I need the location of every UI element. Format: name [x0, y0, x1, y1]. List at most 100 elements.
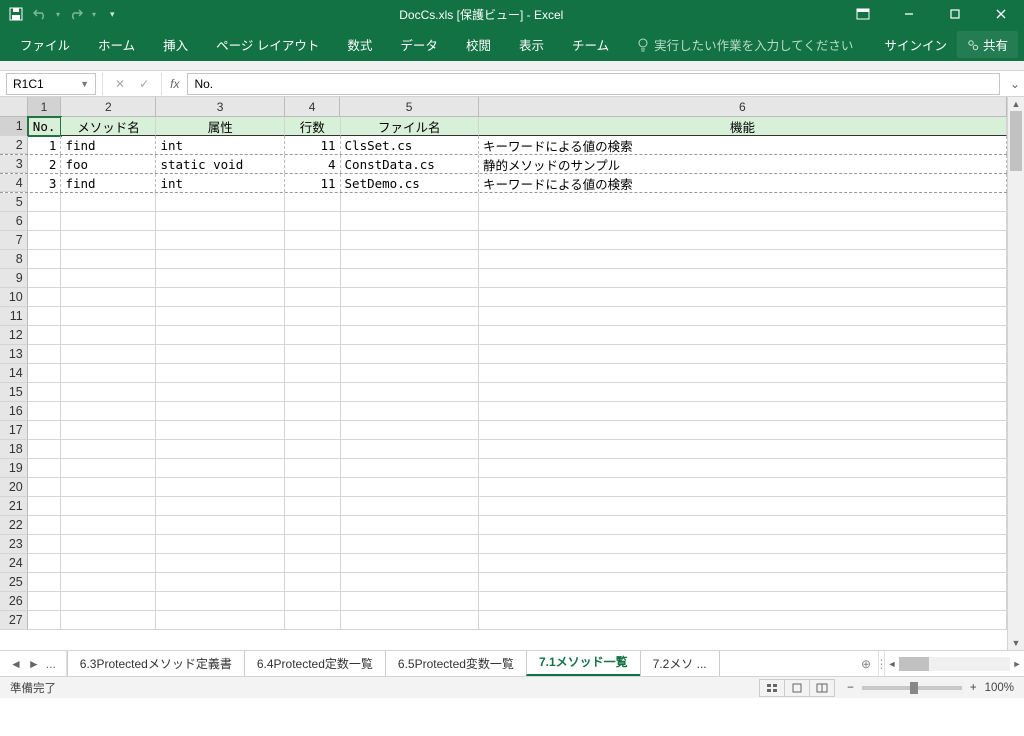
empty-cell[interactable] [156, 516, 285, 535]
tab-pagelayout[interactable]: ページ レイアウト [202, 28, 333, 61]
hscroll-thumb[interactable] [899, 657, 929, 671]
cell-method[interactable]: foo [61, 155, 156, 173]
empty-cell[interactable] [479, 250, 1007, 269]
empty-cell[interactable] [28, 193, 62, 212]
tell-me[interactable]: 実行したい作業を入力してください [623, 28, 867, 61]
empty-cell[interactable] [61, 212, 156, 231]
empty-cell[interactable] [285, 345, 340, 364]
row-header[interactable]: 15 [0, 383, 28, 402]
empty-cell[interactable] [61, 231, 156, 250]
cell-func[interactable]: 静的メソッドのサンプル [479, 155, 1007, 173]
empty-cell[interactable] [28, 383, 62, 402]
empty-cell[interactable] [341, 611, 480, 630]
enter-icon[interactable]: ✓ [139, 77, 149, 91]
undo-icon[interactable] [32, 6, 48, 22]
empty-cell[interactable] [156, 611, 285, 630]
row-header[interactable]: 22 [0, 516, 28, 535]
share-button[interactable]: 共有 [957, 31, 1018, 58]
tab-file[interactable]: ファイル [6, 28, 84, 61]
cell-attr[interactable]: static void [156, 155, 285, 173]
minimize-button[interactable] [886, 0, 932, 28]
tab-home[interactable]: ホーム [84, 28, 149, 61]
empty-cell[interactable] [61, 440, 156, 459]
row-header[interactable]: 26 [0, 592, 28, 611]
empty-cell[interactable] [285, 516, 340, 535]
empty-cell[interactable] [28, 421, 62, 440]
zoom-in-button[interactable]: + [970, 682, 977, 694]
tab-team[interactable]: チーム [558, 28, 623, 61]
scroll-up-icon[interactable]: ▲ [1008, 97, 1024, 111]
empty-cell[interactable] [479, 307, 1007, 326]
empty-cell[interactable] [341, 478, 480, 497]
row-header[interactable]: 14 [0, 364, 28, 383]
empty-cell[interactable] [285, 269, 340, 288]
sheet-prev-icon[interactable]: ◄ [10, 657, 22, 671]
empty-cell[interactable] [28, 212, 62, 231]
empty-cell[interactable] [61, 459, 156, 478]
sheet-tab[interactable]: 6.5Protected変数一覧 [385, 651, 527, 676]
row-header[interactable]: 13 [0, 345, 28, 364]
row-header[interactable]: 11 [0, 307, 28, 326]
empty-cell[interactable] [61, 497, 156, 516]
empty-cell[interactable] [341, 421, 480, 440]
empty-cell[interactable] [479, 592, 1007, 611]
qat-customize-icon[interactable]: ▾ [104, 9, 115, 20]
vscroll-thumb[interactable] [1010, 111, 1022, 171]
empty-cell[interactable] [156, 459, 285, 478]
row-header[interactable]: 20 [0, 478, 28, 497]
redo-dropdown-icon[interactable]: ▾ [92, 10, 96, 19]
empty-cell[interactable] [341, 345, 480, 364]
col-header[interactable]: 4 [285, 97, 340, 116]
cell-method[interactable]: find [61, 174, 156, 192]
cell-no[interactable]: 1 [28, 136, 62, 154]
empty-cell[interactable] [479, 345, 1007, 364]
zoom-thumb[interactable] [910, 682, 918, 694]
zoom-out-button[interactable]: − [847, 682, 854, 694]
empty-cell[interactable] [285, 326, 340, 345]
empty-cell[interactable] [341, 497, 480, 516]
empty-cell[interactable] [341, 383, 480, 402]
empty-cell[interactable] [285, 193, 340, 212]
sheet-next-icon[interactable]: ► [28, 657, 40, 671]
empty-cell[interactable] [156, 440, 285, 459]
name-box[interactable]: R1C1 ▼ [6, 73, 96, 95]
empty-cell[interactable] [61, 402, 156, 421]
empty-cell[interactable] [479, 212, 1007, 231]
empty-cell[interactable] [479, 516, 1007, 535]
empty-cell[interactable] [479, 554, 1007, 573]
empty-cell[interactable] [28, 535, 62, 554]
empty-cell[interactable] [28, 554, 62, 573]
tab-data[interactable]: データ [386, 28, 452, 61]
row-header[interactable]: 2 [0, 136, 28, 154]
row-header[interactable]: 1 [0, 117, 28, 136]
empty-cell[interactable] [285, 535, 340, 554]
empty-cell[interactable] [341, 307, 480, 326]
row-header[interactable]: 6 [0, 212, 28, 231]
empty-cell[interactable] [479, 193, 1007, 212]
tab-insert[interactable]: 挿入 [149, 28, 202, 61]
sheet-tab[interactable]: 7.2メソ ... [640, 651, 720, 676]
empty-cell[interactable] [479, 535, 1007, 554]
empty-cell[interactable] [479, 364, 1007, 383]
empty-cell[interactable] [28, 345, 62, 364]
col-header[interactable]: 2 [61, 97, 156, 116]
empty-cell[interactable] [341, 288, 480, 307]
empty-cell[interactable] [285, 250, 340, 269]
header-cell-method[interactable]: メソッド名 [61, 117, 156, 136]
sheet-ellipsis[interactable]: ... [46, 657, 56, 671]
empty-cell[interactable] [341, 592, 480, 611]
empty-cell[interactable] [479, 478, 1007, 497]
empty-cell[interactable] [28, 592, 62, 611]
empty-cell[interactable] [156, 269, 285, 288]
col-header[interactable]: 1 [28, 97, 62, 116]
header-cell-no[interactable]: No. [28, 117, 62, 136]
empty-cell[interactable] [285, 364, 340, 383]
cancel-icon[interactable]: ✕ [115, 77, 125, 91]
empty-cell[interactable] [61, 269, 156, 288]
empty-cell[interactable] [285, 478, 340, 497]
undo-dropdown-icon[interactable]: ▾ [56, 10, 60, 19]
empty-cell[interactable] [285, 212, 340, 231]
cell-attr[interactable]: int [156, 174, 285, 192]
empty-cell[interactable] [341, 554, 480, 573]
empty-cell[interactable] [341, 364, 480, 383]
